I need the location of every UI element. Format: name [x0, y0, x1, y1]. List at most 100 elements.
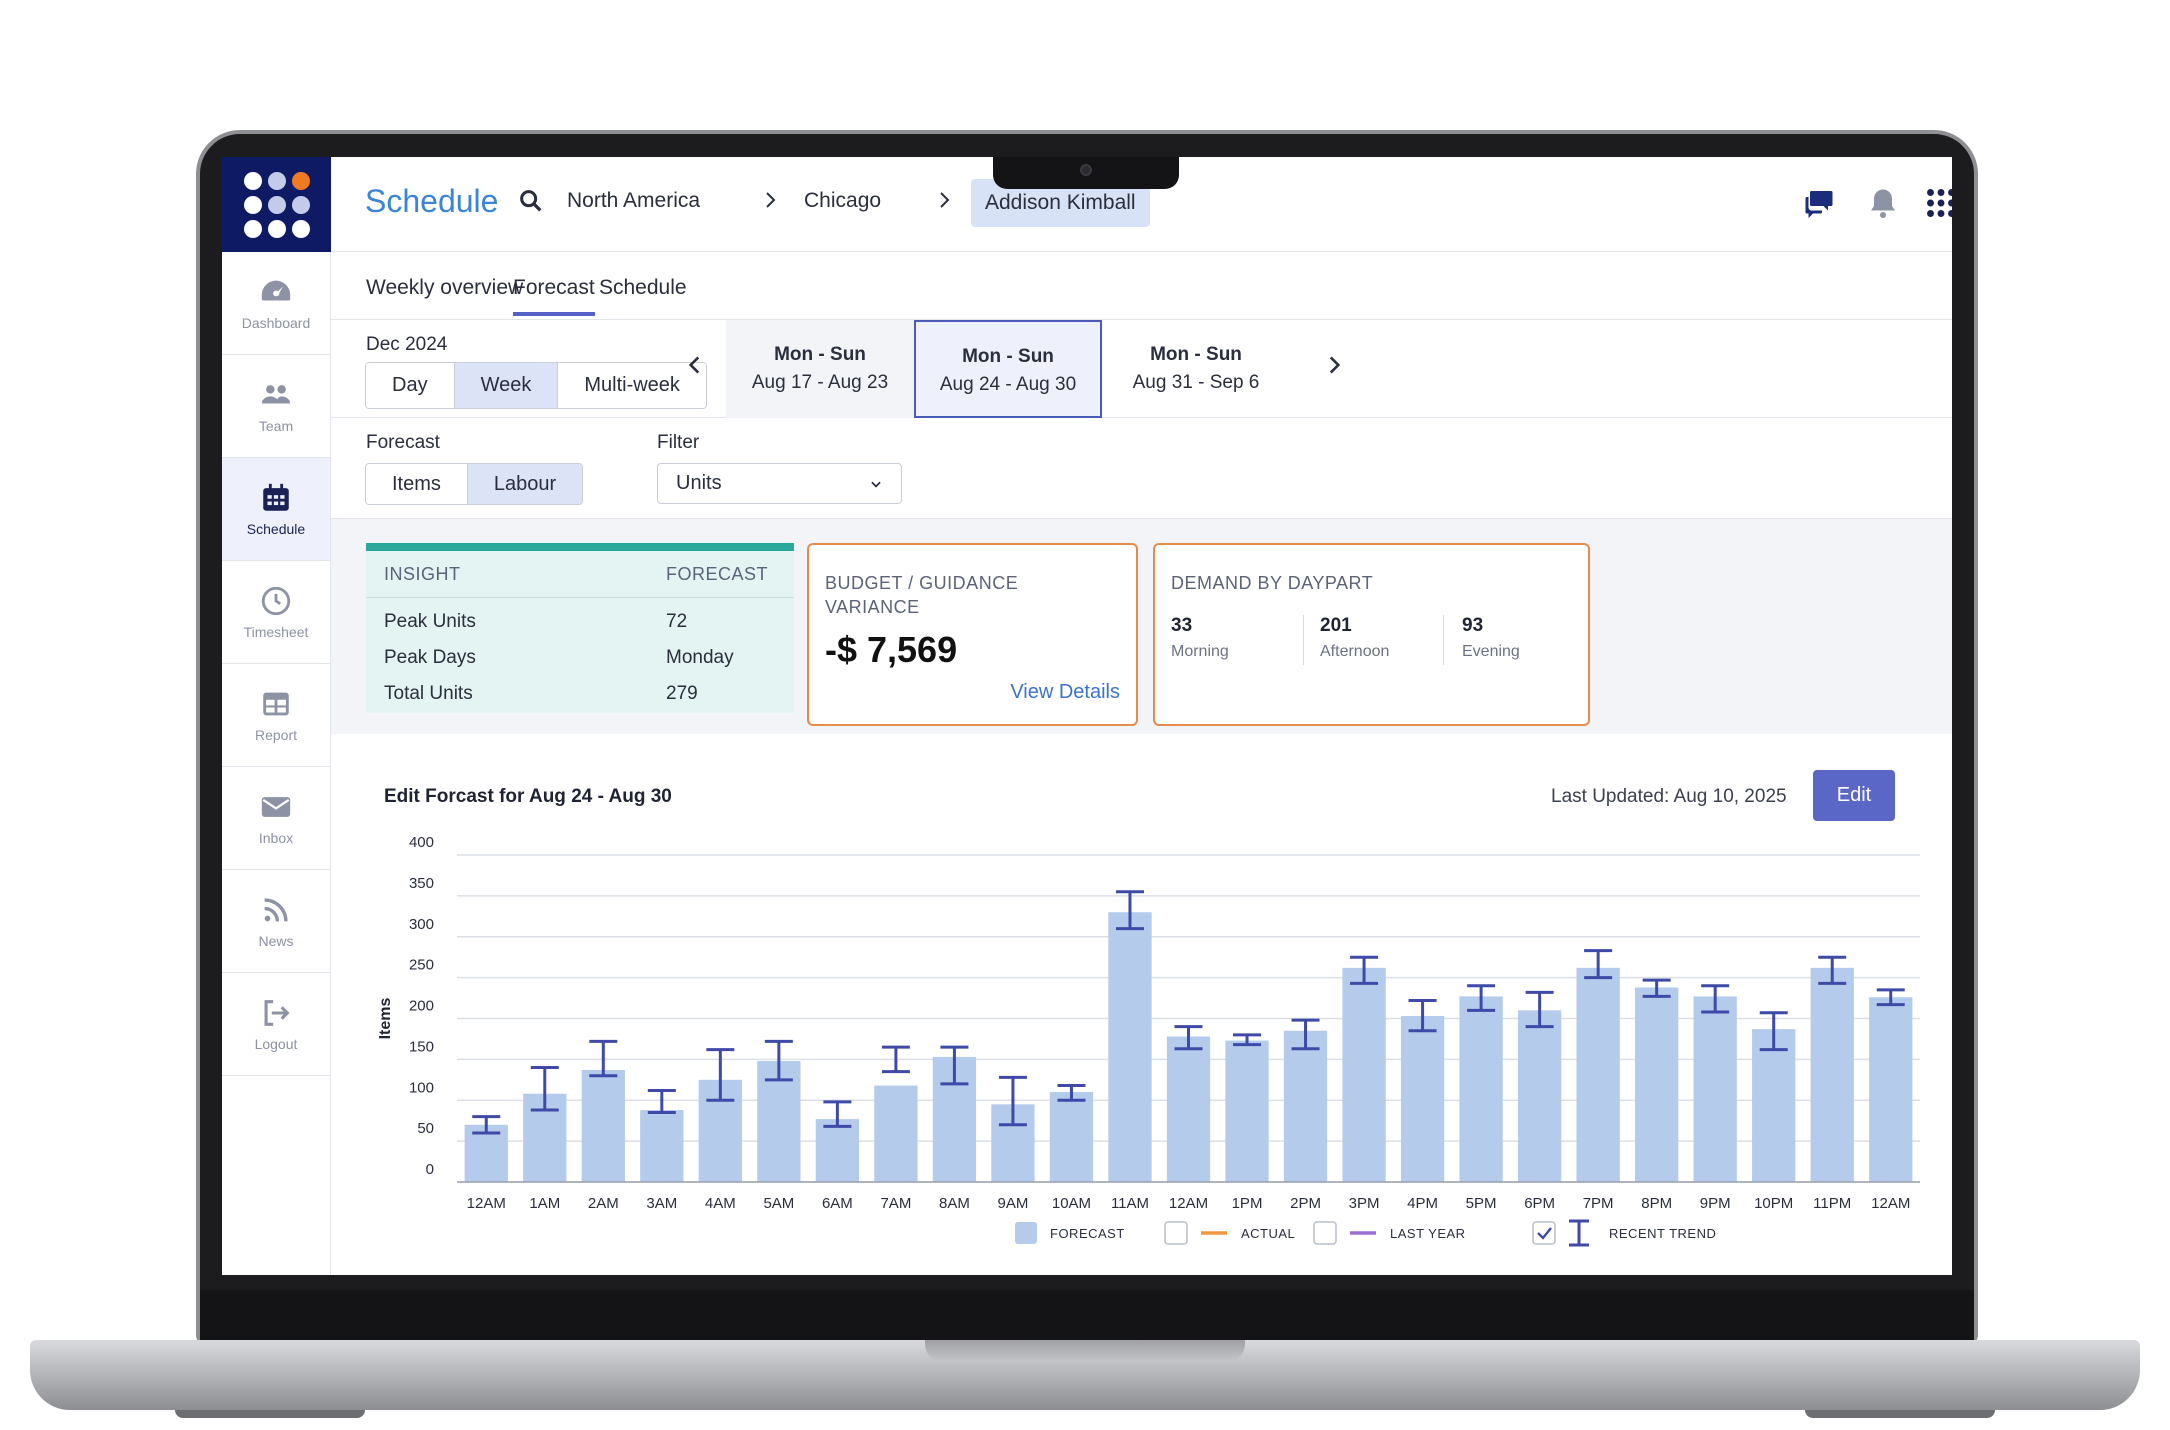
forecast-bar: [1400, 1016, 1445, 1182]
daypart-evening: 93 Evening: [1462, 615, 1602, 671]
sidebar-item-dashboard[interactable]: Dashboard: [222, 252, 330, 355]
summary-band: INSIGHT FORECAST Peak Units 72 Peak Days…: [331, 519, 1952, 734]
forecast-bar: [1869, 997, 1913, 1182]
forecast-bar: [874, 1085, 918, 1182]
filter-row: Forecast Items Labour Filter Units: [331, 418, 1952, 519]
camera-notch: [993, 157, 1179, 189]
breadcrumb-region[interactable]: North America: [567, 189, 700, 213]
week-days: Mon - Sun: [774, 344, 866, 365]
sidebar-item-label: Inbox: [258, 830, 294, 846]
sidebar-item-inbox[interactable]: Inbox: [222, 767, 330, 870]
x-tick-label: 6AM: [822, 1195, 853, 1212]
view-day-button[interactable]: Day: [366, 363, 455, 408]
x-tick-label: 8PM: [1641, 1195, 1672, 1212]
forecast-bar: [1166, 1036, 1211, 1182]
tab-weekly-overview[interactable]: Weekly overview: [366, 276, 523, 312]
sidebar-item-schedule[interactable]: Schedule: [222, 458, 330, 561]
chevron-down-icon: [871, 481, 881, 488]
forecast-bar: [1517, 1010, 1562, 1182]
y-tick-label: 250: [409, 957, 434, 974]
report-icon: [263, 692, 289, 716]
demand-title: DEMAND BY DAYPART: [1171, 573, 1374, 593]
forecast-toggle: Items Labour: [365, 463, 584, 505]
tab-schedule[interactable]: Schedule: [599, 276, 687, 312]
sidebar-item-news[interactable]: News: [222, 870, 330, 973]
week-card[interactable]: Mon - Sun Aug 17 - Aug 23: [726, 320, 914, 418]
view-week-button[interactable]: Week: [454, 363, 559, 408]
forecast-bar: [1283, 1030, 1328, 1182]
laptop-bezel: [200, 1290, 1974, 1340]
sidebar-item-logout[interactable]: Logout: [222, 973, 330, 1076]
breadcrumb-city[interactable]: Chicago: [804, 189, 881, 213]
forecast-bar: [1752, 1029, 1796, 1182]
y-tick-label: 200: [409, 998, 434, 1015]
forecast-labour-button[interactable]: Labour: [467, 464, 583, 504]
y-tick-label: 300: [409, 916, 434, 933]
budget-title: BUDGET / GUIDANCE VARIANCE: [825, 571, 1018, 619]
forecast-items-button[interactable]: Items: [366, 464, 468, 504]
apps-grid-icon[interactable]: [1923, 185, 1952, 221]
forecast-bar: [581, 1070, 625, 1182]
x-tick-label: 12AM: [1169, 1195, 1208, 1212]
chat-icon[interactable]: [1801, 185, 1837, 221]
forecast-bar: [1810, 967, 1854, 1182]
app-logo[interactable]: [222, 157, 331, 252]
insight-row: Total Units 279: [366, 676, 794, 712]
insight-label: Peak Units: [384, 611, 476, 632]
divider: [1443, 615, 1444, 665]
daypart-label: Morning: [1171, 643, 1229, 660]
insight-header: INSIGHT FORECAST: [366, 551, 794, 598]
y-tick-label: 350: [409, 875, 434, 892]
y-tick-label: 400: [409, 837, 434, 851]
forecast-bar: [1049, 1092, 1094, 1182]
tab-bar: Weekly overview Forecast Schedule: [331, 252, 1952, 320]
edit-button[interactable]: Edit: [1813, 770, 1895, 821]
x-tick-label: 6PM: [1524, 1195, 1555, 1212]
bell-icon[interactable]: [1865, 185, 1901, 221]
chevron-right-icon[interactable]: [1321, 352, 1347, 378]
y-tick-label: 100: [409, 1079, 434, 1096]
sidebar-item-timesheet[interactable]: Timesheet: [222, 561, 330, 664]
x-tick-label: 8AM: [939, 1195, 970, 1212]
sidebar-item-team[interactable]: Team: [222, 355, 330, 458]
tab-forecast[interactable]: Forecast: [513, 276, 595, 316]
legend-swatch-forecast: [1015, 1222, 1037, 1244]
daypart-value: 201: [1320, 615, 1352, 636]
legend-label: RECENT TREND: [1609, 1226, 1716, 1241]
x-tick-label: 5AM: [763, 1195, 794, 1212]
x-tick-label: 5PM: [1466, 1195, 1497, 1212]
search-icon[interactable]: [517, 187, 545, 215]
x-tick-label: 3PM: [1349, 1195, 1380, 1212]
view-details-link[interactable]: View Details: [1010, 681, 1120, 704]
sidebar-item-report[interactable]: Report: [222, 664, 330, 767]
forecast-bar: [1342, 967, 1386, 1182]
week-card[interactable]: Mon - Sun Aug 31 - Sep 6: [1102, 320, 1290, 418]
week-card-selected[interactable]: Mon - Sun Aug 24 - Aug 30: [914, 320, 1102, 418]
filter-select[interactable]: Units: [657, 463, 902, 504]
insight-value: 72: [666, 611, 688, 632]
forecast-bar: [1459, 996, 1503, 1182]
x-tick-label: 10PM: [1754, 1195, 1793, 1212]
y-axis-label: Items: [377, 998, 394, 1040]
x-tick-label: 4AM: [705, 1195, 736, 1212]
y-tick-label: 150: [409, 1038, 434, 1055]
insight-table: INSIGHT FORECAST Peak Units 72 Peak Days…: [366, 543, 794, 713]
forecast-bar: [815, 1119, 860, 1182]
laptop-opening-notch: [925, 1340, 1245, 1362]
chart-title: Edit Forcast for Aug 24 - Aug 30: [384, 786, 672, 807]
insight-value: 279: [666, 683, 698, 704]
sidebar-item-label: Timesheet: [243, 624, 309, 640]
forecast-bar: [640, 1110, 684, 1182]
insight-row: Peak Days Monday: [366, 640, 794, 676]
divider: [1303, 615, 1304, 665]
week-range: Aug 17 - Aug 23: [751, 372, 889, 393]
chevron-left-icon[interactable]: [682, 352, 708, 378]
x-tick-label: 2AM: [588, 1195, 619, 1212]
daypart-label: Afternoon: [1320, 643, 1390, 660]
budget-variance-card: BUDGET / GUIDANCE VARIANCE -$ 7,569 View…: [807, 543, 1138, 726]
screen: Dashboard Team Schedule Timesheet Report…: [222, 157, 1952, 1275]
legend-label: LAST YEAR: [1390, 1226, 1466, 1241]
last-updated: Last Updated: Aug 10, 2025: [1551, 786, 1787, 807]
daypart-afternoon: 201 Afternoon: [1320, 615, 1460, 671]
team-icon: [261, 385, 291, 404]
